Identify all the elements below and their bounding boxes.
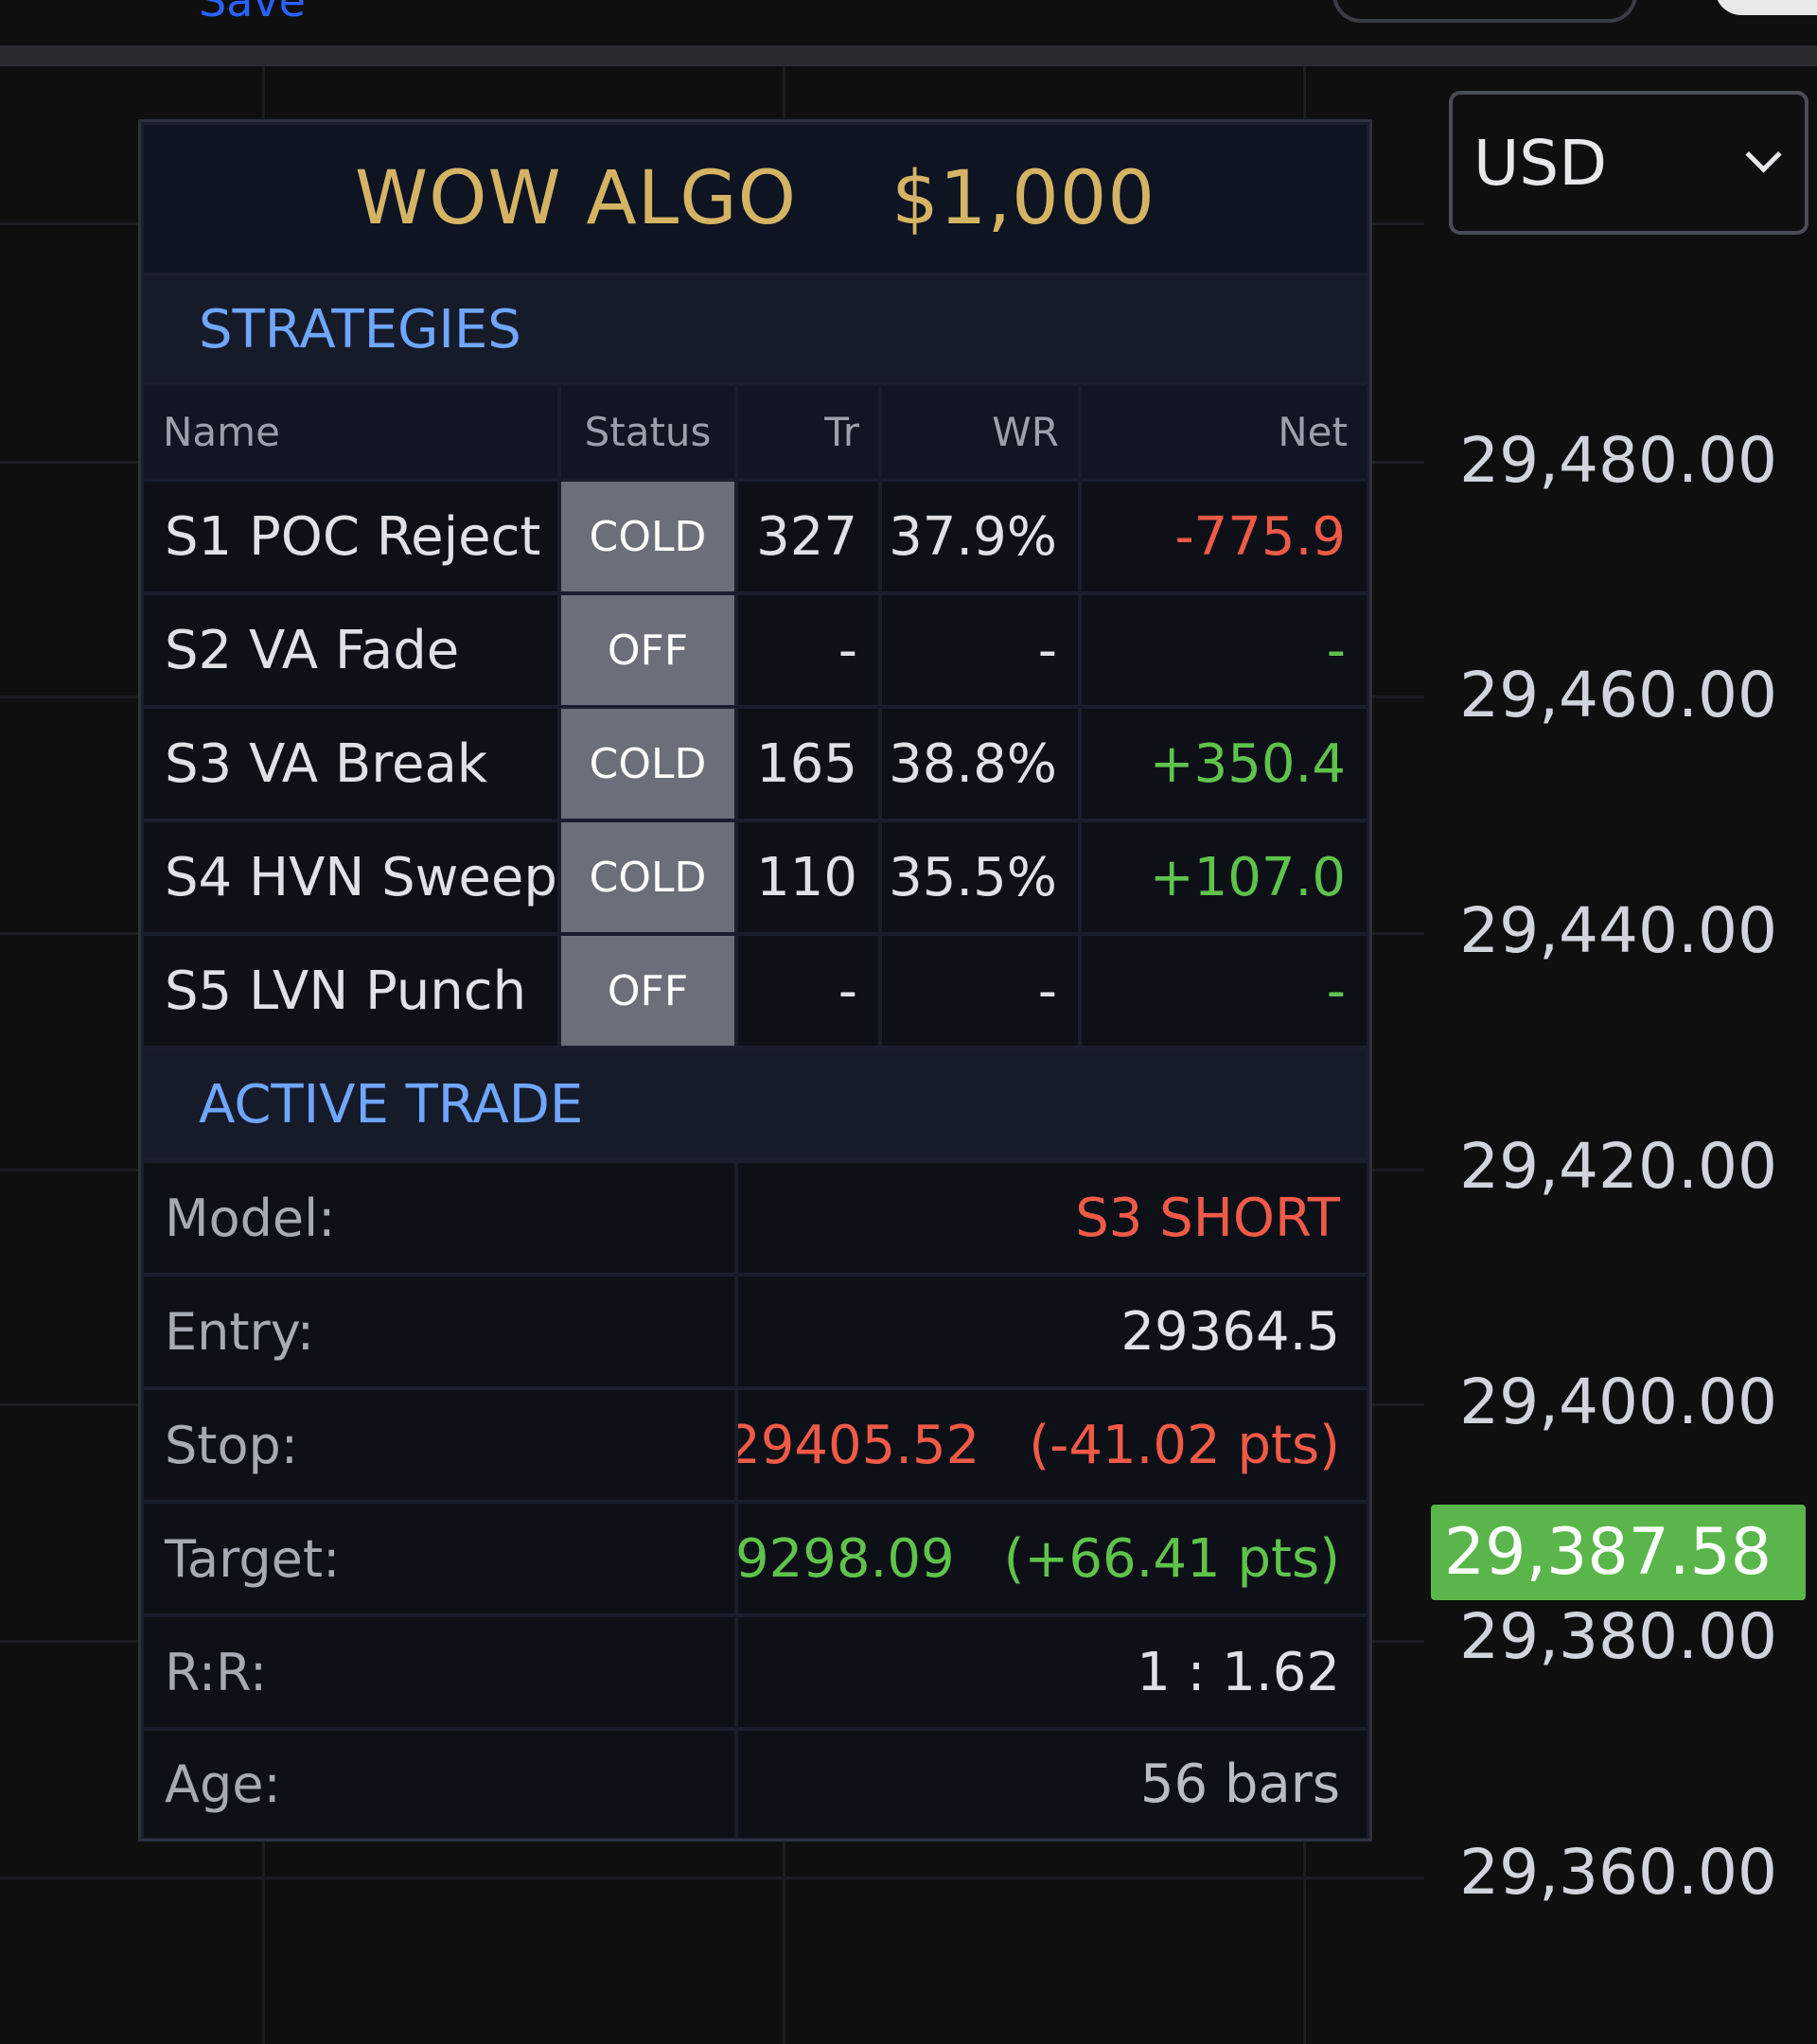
model-value: S3 SHORT [738, 1163, 1367, 1273]
top-toolbar: Save [0, 0, 1817, 45]
strategy-net: -775.9 [1082, 482, 1367, 591]
target-value: 29298.09 (+66.41 pts) [738, 1504, 1367, 1613]
strategy-trades: 110 [738, 822, 878, 932]
strategy-winrate: 38.8% [882, 709, 1078, 819]
strategy-trades: 165 [738, 709, 878, 819]
entry-label: Entry: [144, 1277, 734, 1386]
strategy-status-badge: COLD [561, 482, 734, 591]
price-label: 29,420.00 [1459, 1129, 1777, 1203]
column-header-trades: Tr [738, 386, 878, 478]
column-header-name: Name [144, 386, 557, 478]
age-label: Age: [144, 1731, 734, 1838]
price-label: 29,380.00 [1459, 1599, 1777, 1673]
save-button[interactable]: Save [199, 0, 306, 26]
stop-price: 29405.52 [738, 1414, 980, 1476]
strategy-winrate: - [882, 595, 1078, 705]
target-label: Target: [144, 1504, 734, 1613]
toolbar-button[interactable] [1332, 0, 1637, 23]
grid-line [0, 1877, 1424, 1879]
algo-name: WOW ALGO [354, 156, 798, 241]
strategy-trades: - [738, 936, 878, 1046]
chevron-down-icon [1745, 136, 1782, 173]
algo-balance: $1,000 [891, 156, 1156, 241]
strategy-net: +350.4 [1082, 709, 1367, 819]
strategy-name: S4 HVN Sweep [144, 822, 557, 932]
stop-points: (-41.02 pts) [1029, 1414, 1340, 1476]
strategy-net: - [1082, 595, 1367, 705]
strategies-section-header: STRATEGIES [144, 276, 1367, 382]
strategy-status-badge: OFF [561, 936, 734, 1046]
strategy-status-badge: COLD [561, 822, 734, 932]
column-header-winrate: WR [882, 386, 1078, 478]
current-price-marker: 29,387.58 [1431, 1505, 1806, 1600]
target-price: 29298.09 [738, 1527, 955, 1590]
strategy-status-badge: COLD [561, 709, 734, 819]
strategy-winrate: 35.5% [882, 822, 1078, 932]
currency-label: USD [1473, 126, 1608, 200]
strategy-net: +107.0 [1082, 822, 1367, 932]
strategy-winrate: - [882, 936, 1078, 1046]
strategy-name: S3 VA Break [144, 709, 557, 819]
price-label: 29,480.00 [1459, 423, 1777, 497]
entry-value: 29364.5 [738, 1277, 1367, 1386]
rr-label: R:R: [144, 1617, 734, 1727]
target-points: (+66.41 pts) [1003, 1527, 1340, 1590]
active-trade-section-header: ACTIVE TRADE [144, 1051, 1367, 1157]
strategy-status-badge: OFF [561, 595, 734, 705]
model-label: Model: [144, 1163, 734, 1273]
column-header-net: Net [1082, 386, 1367, 478]
stop-value: 29405.52 (-41.02 pts) [738, 1390, 1367, 1500]
price-label: 29,400.00 [1459, 1365, 1777, 1438]
strategy-trades: - [738, 595, 878, 705]
price-label: 29,360.00 [1459, 1835, 1777, 1909]
price-label: 29,460.00 [1459, 658, 1777, 731]
strategy-name: S5 LVN Punch [144, 936, 557, 1046]
strategy-name: S2 VA Fade [144, 595, 557, 705]
algo-info-panel: WOW ALGO $1,000 STRATEGIES Name Status T… [138, 119, 1372, 1841]
age-value: 56 bars [738, 1731, 1367, 1838]
rr-value: 1 : 1.62 [738, 1617, 1367, 1727]
strategy-trades: 327 [738, 482, 878, 591]
strategy-winrate: 37.9% [882, 482, 1078, 591]
currency-select[interactable]: USD [1449, 91, 1808, 235]
toolbar-primary-button[interactable] [1715, 0, 1817, 15]
price-label: 29,440.00 [1459, 893, 1777, 967]
panel-title: WOW ALGO $1,000 [144, 125, 1367, 273]
column-header-status: Status [561, 386, 734, 478]
stop-label: Stop: [144, 1390, 734, 1500]
strategy-net: - [1082, 936, 1367, 1046]
toolbar-separator [0, 45, 1817, 66]
strategy-name: S1 POC Reject [144, 482, 557, 591]
